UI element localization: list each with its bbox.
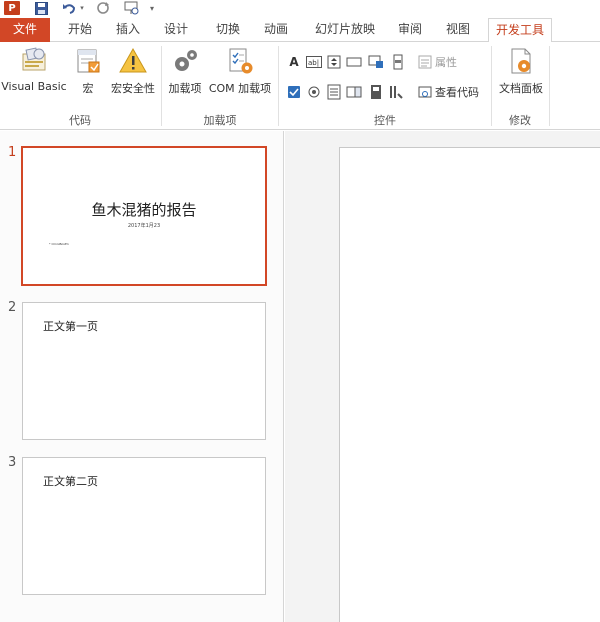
visual-basic-label: Visual Basic <box>1 80 67 93</box>
tab-view[interactable]: 视图 <box>440 18 476 42</box>
powerpoint-logo: P <box>4 1 20 15</box>
slide-body-text: 正文第一页 <box>43 320 98 333</box>
slide-footnote: * OmniBoxE1 <box>49 242 69 246</box>
customize-qat-icon[interactable]: ▾ <box>148 0 156 16</box>
visual-basic-button[interactable]: Visual Basic <box>0 46 68 93</box>
addins-label: 加载项 <box>168 82 202 95</box>
macro-security-label: 宏安全性 <box>111 82 155 95</box>
document-panel-button[interactable]: 文档面板 <box>494 46 548 96</box>
com-addins-icon <box>229 48 253 74</box>
slide-number: 1 <box>8 145 17 160</box>
present-icon[interactable] <box>124 0 140 16</box>
macros-button[interactable]: 宏 <box>72 46 104 96</box>
toggle-control-icon[interactable] <box>368 84 384 100</box>
document-panel-icon <box>511 48 531 74</box>
group-separator <box>549 46 550 126</box>
slide-canvas[interactable] <box>339 147 600 622</box>
tab-home[interactable]: 开始 <box>62 18 98 42</box>
visual-basic-icon <box>22 47 46 71</box>
label-control-icon[interactable]: A <box>286 54 302 70</box>
slide-number: 3 <box>8 455 17 470</box>
group-label-controls: 控件 <box>374 114 396 127</box>
slide-title: 鱼木混猪的报告 <box>91 201 197 219</box>
radio-control-icon[interactable] <box>306 84 322 100</box>
listbox-control-icon[interactable] <box>326 84 342 100</box>
gears-icon <box>175 50 197 71</box>
slide-thumbnail-3[interactable]: 正文第二页 <box>22 457 266 595</box>
undo-dropdown-icon[interactable]: ▾ <box>78 0 86 16</box>
com-addins-button[interactable]: COM 加载项 <box>206 46 274 96</box>
slide-subtitle: 2017年1月23 <box>127 223 161 229</box>
warning-icon <box>119 47 147 73</box>
slide-thumbnails-pane[interactable]: 1 鱼木混猪的报告 2017年1月23 * OmniBoxE1 2 正文第一页 … <box>0 131 284 622</box>
slide-thumbnail-1[interactable]: 鱼木混猪的报告 2017年1月23 * OmniBoxE1 <box>21 146 267 286</box>
scrollbar-control-icon[interactable] <box>390 54 406 70</box>
tab-slideshow[interactable]: 幻灯片放映 <box>310 18 380 42</box>
view-code-icon <box>418 86 432 98</box>
properties-icon <box>418 55 432 69</box>
com-addins-label: COM 加载项 <box>208 82 272 95</box>
document-panel-label: 文档面板 <box>499 82 543 95</box>
tab-transitions[interactable]: 切换 <box>210 18 246 42</box>
save-icon[interactable] <box>34 0 48 16</box>
group-label-addins: 加载项 <box>203 114 237 127</box>
addins-button[interactable]: 加载项 <box>165 46 205 96</box>
view-code-button[interactable]: 查看代码 <box>418 84 479 100</box>
tab-developer[interactable]: 开发工具 <box>488 18 552 43</box>
spin-control-icon[interactable] <box>326 54 342 70</box>
combobox-control-icon[interactable] <box>346 84 362 100</box>
button-control-icon[interactable] <box>346 54 362 70</box>
textbox-control-icon[interactable]: ab| <box>306 54 322 70</box>
slide-editor-pane[interactable] <box>285 131 600 622</box>
undo-icon[interactable] <box>62 0 76 16</box>
group-label-code: 代码 <box>69 114 91 127</box>
macro-security-button[interactable]: 宏安全性 <box>106 46 160 96</box>
macros-icon <box>77 49 100 73</box>
quick-access-toolbar: P ▾ ▾ <box>0 0 600 16</box>
properties-label: 属性 <box>435 56 457 69</box>
checkbox-control-icon[interactable] <box>286 84 302 100</box>
slide-body-text: 正文第二页 <box>43 475 98 488</box>
slide-thumbnail-2[interactable]: 正文第一页 <box>22 302 266 440</box>
image-control-icon[interactable] <box>368 54 384 70</box>
tab-insert[interactable]: 插入 <box>110 18 146 42</box>
view-code-label: 查看代码 <box>435 86 479 99</box>
redo-icon[interactable] <box>96 0 110 16</box>
macros-label: 宏 <box>82 82 94 95</box>
tab-animations[interactable]: 动画 <box>258 18 294 42</box>
svg-text:ab|: ab| <box>308 59 319 67</box>
tab-file[interactable]: 文件 <box>0 18 50 42</box>
group-label-modify: 修改 <box>509 114 531 127</box>
ribbon-tabs: 文件 开始 插入 设计 切换 动画 幻灯片放映 审阅 视图 开发工具 <box>0 18 600 43</box>
properties-button[interactable]: 属性 <box>418 54 457 70</box>
tab-review[interactable]: 审阅 <box>392 18 428 42</box>
slide-number: 2 <box>8 300 17 315</box>
tab-design[interactable]: 设计 <box>158 18 194 42</box>
ribbon: Visual Basic 宏 宏安全性 代码 加载项 COM 加载项 加载项 A… <box>0 42 600 130</box>
more-controls-icon[interactable] <box>388 84 404 100</box>
